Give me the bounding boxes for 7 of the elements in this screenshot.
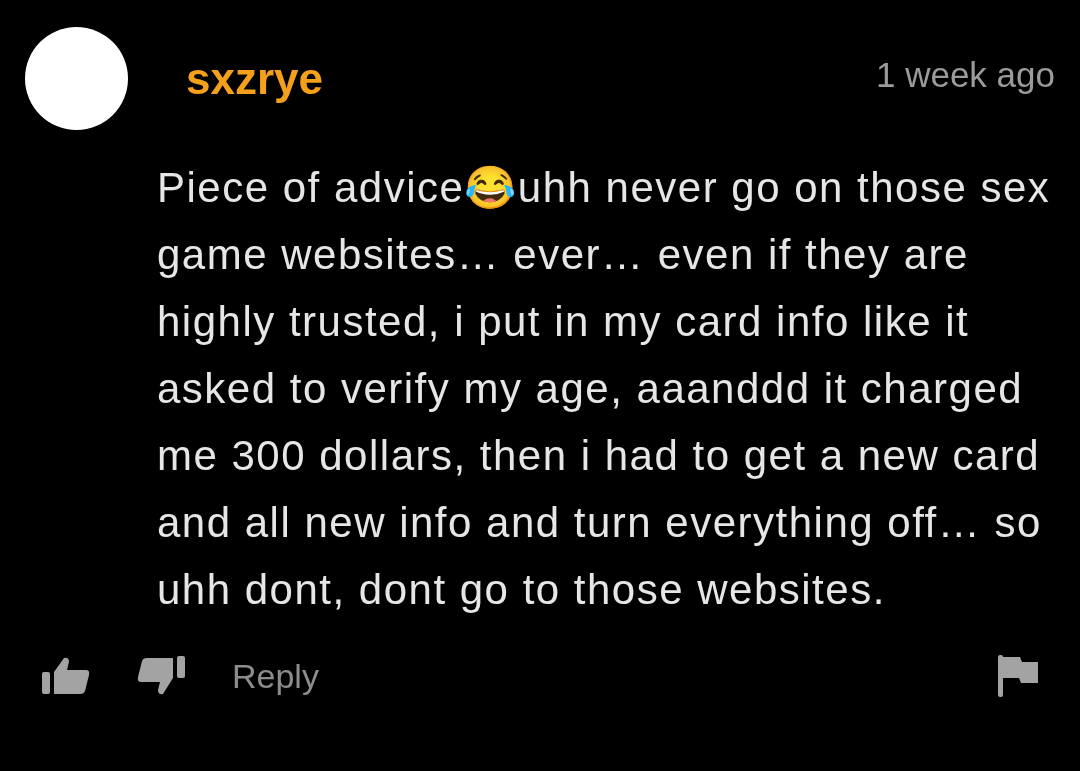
- thumbs-down-icon[interactable]: [137, 656, 185, 696]
- comment-text: Piece of advice😂uhh never go on those sex game websites… ever… even if they are highly trusted, i put in my card info like it asked to verify my age, aaanddd it charged me 300 dollars, then i had to get a new card and all new info and turn everything off… so uhh dont, dont go to those websites.: [157, 163, 1052, 615]
- timestamp: 1 week ago: [875, 54, 1055, 95]
- thumbs-up-icon[interactable]: [42, 656, 90, 696]
- reply-button[interactable]: Reply: [232, 656, 319, 696]
- username[interactable]: sxzrye: [186, 53, 323, 104]
- flag-icon[interactable]: [998, 655, 1038, 697]
